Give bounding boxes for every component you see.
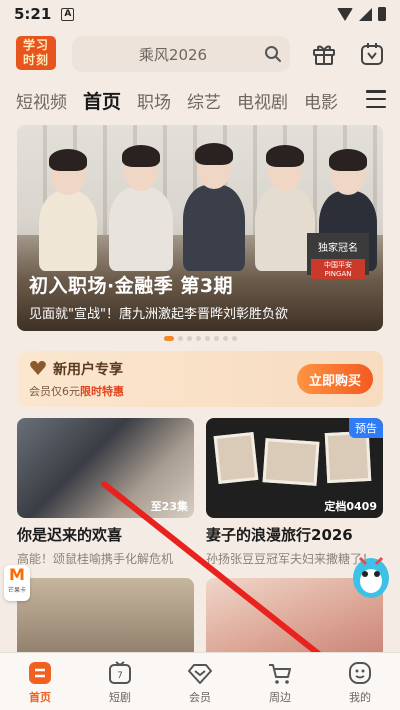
nav-vip[interactable]: 会员 [160, 653, 240, 710]
release-date-tag: 定档0409 [324, 500, 377, 513]
mango-logo-icon: M [9, 565, 25, 584]
nav-profile[interactable]: 我的 [320, 653, 400, 710]
video-title: 你是迟来的欢喜 [17, 526, 123, 544]
promo-description: 会员仅6元限时特惠 [29, 385, 124, 398]
svg-text:7: 7 [117, 671, 123, 681]
vip-heart-icon [30, 361, 46, 375]
bottom-navigation: 首页 7 短剧 会员 周边 我的 [0, 652, 400, 710]
nav-shop[interactable]: 周边 [240, 653, 320, 710]
nav-label: 会员 [189, 691, 211, 704]
nav-home[interactable]: 首页 [0, 653, 80, 710]
tab-short-video[interactable]: 短视频 [16, 88, 67, 113]
status-time: 5:21 [14, 5, 52, 23]
sign-in-icon[interactable] [359, 41, 385, 67]
nav-label: 短剧 [109, 691, 131, 704]
carousel-dot[interactable] [163, 336, 174, 341]
status-bar: 5:21 A [0, 0, 400, 28]
nav-short-drama[interactable]: 7 短剧 [80, 653, 160, 710]
carousel-dot[interactable] [231, 336, 237, 341]
video-thumbnail: 至23集 [17, 418, 194, 518]
hero-banner[interactable]: 独家冠名 中国平安 PINGAN 初入职场·金融季 第3期 见面就"宣战"！唐九… [17, 125, 383, 331]
signal-icon [359, 7, 372, 21]
carousel-dot[interactable] [204, 336, 210, 341]
carousel-dot[interactable] [177, 336, 183, 341]
carousel-dot[interactable] [186, 336, 192, 341]
video-card[interactable]: 至23集 你是迟来的欢喜 高能！颂鼠桂喻携手化解危机 [17, 418, 194, 567]
home-icon [29, 662, 51, 684]
tab-movie[interactable]: 电影 [304, 88, 338, 113]
battery-icon [378, 7, 386, 21]
tab-home[interactable]: 首页 [83, 87, 121, 114]
tab-variety[interactable]: 综艺 [187, 88, 221, 113]
banner-person [109, 145, 173, 271]
banner-person [183, 143, 245, 271]
profile-icon [349, 662, 371, 684]
video-thumbnail: 预告 定档0409 [206, 418, 383, 518]
video-subtitle: 高能！颂鼠桂喻携手化解危机 [17, 552, 174, 566]
sponsor-badge-label: 独家冠名 [318, 243, 358, 254]
preview-badge: 预告 [349, 418, 383, 438]
banner-title: 初入职场·金融季 第3期 [29, 275, 234, 297]
carousel-dot[interactable] [195, 336, 201, 341]
video-title: 妻子的浪漫旅行2026 [206, 526, 353, 544]
short-drama-icon: 7 [109, 661, 131, 684]
carousel-dot[interactable] [213, 336, 219, 341]
app-logo[interactable]: 学习 时刻 [16, 36, 56, 70]
category-tabs: 短视频 首页 职场 综艺 电视剧 电影 [0, 82, 400, 118]
mango-card-button[interactable]: M 芒果卡 [4, 565, 30, 601]
search-icon[interactable] [256, 45, 290, 63]
top-header: 学习 时刻 乘风2026 [0, 30, 400, 78]
episode-tag: 至23集 [150, 500, 188, 513]
nav-label: 我的 [349, 691, 371, 704]
nav-label: 首页 [29, 691, 51, 704]
carousel-dot[interactable] [222, 336, 228, 341]
banner-subtitle: 见面就"宣战"！唐九洲激起李晋晔刘彰胜负欲 [29, 307, 288, 322]
mango-label: 芒果卡 [7, 587, 26, 594]
nav-label: 周边 [269, 691, 291, 704]
banner-person [255, 145, 315, 271]
vip-icon [188, 664, 212, 684]
menu-icon[interactable] [366, 90, 386, 108]
gift-icon[interactable] [311, 41, 337, 67]
sponsor-badge: 独家冠名 中国平安 PINGAN [307, 233, 369, 279]
wifi-icon [337, 7, 353, 21]
buy-now-button[interactable]: 立即购买 [297, 364, 373, 394]
notification-icon: A [61, 7, 75, 21]
promo-title: 新用户专享 [53, 362, 123, 378]
sponsor-name: 中国平安 PINGAN [311, 259, 365, 279]
tab-tv-series[interactable]: 电视剧 [237, 88, 288, 113]
search-placeholder: 乘风2026 [138, 45, 208, 64]
vip-promo-card[interactable]: 新用户专享 会员仅6元限时特惠 立即购买 [17, 351, 383, 407]
video-card[interactable]: 预告 定档0409 妻子的浪漫旅行2026 孙扬张豆豆冠军夫妇来撒糖了！ [206, 418, 383, 567]
banner-person [39, 149, 97, 271]
search-bar[interactable]: 乘风2026 [72, 36, 290, 72]
shop-cart-icon [269, 664, 291, 684]
carousel-indicator [0, 336, 400, 341]
tab-workplace[interactable]: 职场 [137, 88, 171, 113]
mascot-icon[interactable] [348, 548, 394, 602]
